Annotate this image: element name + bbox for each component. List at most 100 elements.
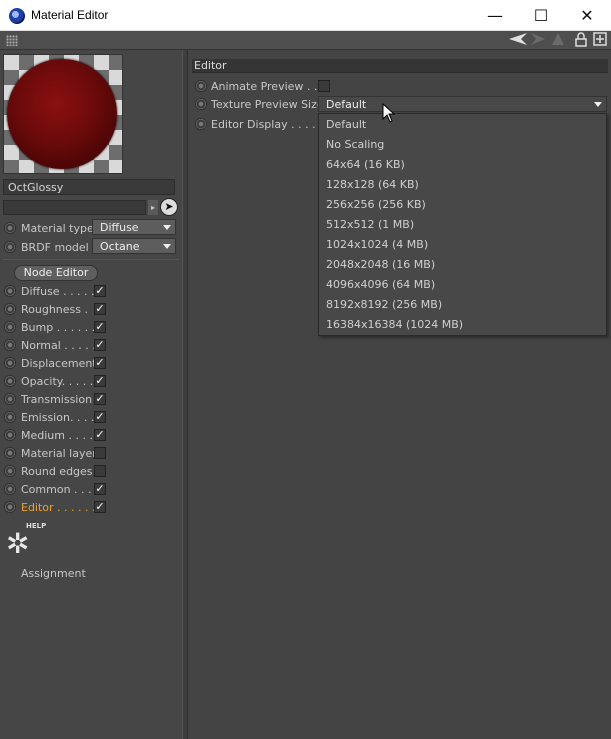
channel-checkbox[interactable]: ✓ [94, 303, 106, 315]
channel-radio[interactable] [4, 411, 16, 423]
material-name-field[interactable]: OctGlossy [3, 179, 175, 195]
lock-icon[interactable] [575, 32, 587, 49]
link-arrow-icon[interactable]: ▸ [148, 200, 158, 215]
channel-label[interactable]: Common . . . [21, 483, 92, 496]
channel-checkbox[interactable]: ✓ [94, 321, 106, 333]
dropdown-option[interactable]: 4096x4096 (64 MB) [326, 278, 435, 291]
animate-preview-checkbox[interactable] [318, 80, 330, 92]
channel-row[interactable]: Displacement ✓ [4, 355, 180, 373]
texture-preview-size-select[interactable]: Default [318, 96, 607, 112]
channel-label[interactable]: Bump . . . . . . [21, 321, 95, 334]
dropdown-option[interactable]: 8192x8192 (256 MB) [326, 298, 442, 311]
close-button[interactable]: ✕ [564, 0, 610, 31]
window-title: Material Editor [31, 8, 109, 22]
material-type-value: Diffuse [100, 221, 139, 234]
mouse-cursor-icon [382, 102, 396, 126]
channel-checkbox[interactable] [94, 465, 106, 477]
channel-checkbox[interactable]: ✓ [94, 411, 106, 423]
dropdown-option[interactable]: 2048x2048 (16 MB) [326, 258, 435, 271]
channel-label[interactable]: Roughness . [21, 303, 88, 316]
channel-row[interactable]: Normal . . . . . ✓ [4, 337, 180, 355]
channel-radio[interactable] [4, 465, 16, 477]
channel-radio[interactable] [4, 285, 16, 297]
channel-row[interactable]: Emission. . . . ✓ [4, 409, 180, 427]
material-preview-sphere [7, 59, 117, 169]
dropdown-option[interactable]: Default [326, 118, 366, 131]
channel-label[interactable]: Material layer [21, 447, 97, 460]
channel-row[interactable]: Common . . . ✓ [4, 481, 180, 499]
dropdown-option[interactable]: No Scaling [326, 138, 384, 151]
channel-row[interactable]: Medium . . . . ✓ [4, 427, 180, 445]
maximize-button[interactable]: ☐ [518, 0, 564, 31]
new-window-icon[interactable] [593, 32, 607, 49]
channel-radio[interactable] [4, 357, 16, 369]
channel-label[interactable]: Diffuse . . . . . [21, 285, 95, 298]
material-type-label: Material type [21, 222, 94, 235]
channel-checkbox[interactable]: ✓ [94, 483, 106, 495]
channel-radio[interactable] [4, 429, 16, 441]
channel-radio[interactable] [4, 303, 16, 315]
brdf-model-value: Octane [100, 240, 140, 253]
channel-label[interactable]: Round edges [21, 465, 93, 478]
channel-label[interactable]: Transmission [21, 393, 92, 406]
texture-preview-size-radio[interactable] [195, 98, 207, 110]
channel-label[interactable]: Normal . . . . . [21, 339, 96, 352]
texture-preview-size-label: Texture Preview Size [211, 98, 324, 111]
channel-label[interactable]: Emission. . . . [21, 411, 94, 424]
dropdown-option[interactable]: 128x128 (64 KB) [326, 178, 419, 191]
brdf-model-select[interactable]: Octane [92, 238, 176, 254]
node-editor-button[interactable]: Node Editor [14, 265, 98, 281]
dropdown-option[interactable]: 512x512 (1 MB) [326, 218, 414, 231]
channel-radio[interactable] [4, 483, 16, 495]
channel-label[interactable]: Editor . . . . . . [21, 501, 96, 514]
up-arrow-icon[interactable] [551, 32, 565, 49]
channel-radio[interactable] [4, 339, 16, 351]
channel-radio[interactable] [4, 501, 16, 513]
channel-checkbox[interactable]: ✓ [94, 339, 106, 351]
channel-label[interactable]: Medium . . . . [21, 429, 93, 442]
channel-checkbox[interactable]: ✓ [94, 285, 106, 297]
animate-preview-label: Animate Preview . . . [211, 80, 325, 93]
material-preview[interactable] [3, 54, 123, 174]
material-type-radio[interactable] [4, 222, 16, 234]
pick-cursor-icon[interactable]: ➤ [160, 198, 178, 216]
assignment-tab[interactable]: Assignment [21, 567, 86, 580]
grip-handle-icon[interactable] [6, 35, 18, 46]
channel-checkbox[interactable]: ✓ [94, 429, 106, 441]
help-badge: HELP [26, 522, 47, 530]
link-field[interactable] [3, 200, 146, 215]
forward-arrow-icon[interactable] [530, 32, 546, 49]
channel-radio[interactable] [4, 393, 16, 405]
channel-checkbox[interactable]: ✓ [94, 393, 106, 405]
channel-row[interactable]: Round edges [4, 463, 180, 481]
channel-row[interactable]: Diffuse . . . . . ✓ [4, 283, 180, 301]
channel-row[interactable]: Transmission ✓ [4, 391, 180, 409]
channel-radio[interactable] [4, 321, 16, 333]
minimize-button[interactable]: — [472, 0, 518, 31]
animate-preview-radio[interactable] [195, 80, 207, 92]
brdf-model-radio[interactable] [4, 241, 16, 253]
channel-checkbox[interactable]: ✓ [94, 375, 106, 387]
channel-row[interactable]: Roughness . ✓ [4, 301, 180, 319]
channel-radio[interactable] [4, 375, 16, 387]
channel-checkbox[interactable] [94, 447, 106, 459]
editor-section-header: Editor [192, 59, 608, 73]
dropdown-option[interactable]: 64x64 (16 KB) [326, 158, 405, 171]
material-type-select[interactable]: Diffuse [92, 219, 176, 235]
help-button[interactable]: ✲ HELP [6, 522, 50, 560]
channel-checkbox[interactable]: ✓ [94, 357, 106, 369]
cinema4d-app-icon [9, 8, 25, 24]
back-arrow-icon[interactable] [508, 32, 528, 49]
channel-checkbox[interactable]: ✓ [94, 501, 106, 513]
channel-radio[interactable] [4, 447, 16, 459]
channel-row[interactable]: Opacity. . . . . ✓ [4, 373, 180, 391]
editor-display-radio[interactable] [195, 118, 207, 130]
dropdown-option[interactable]: 256x256 (256 KB) [326, 198, 426, 211]
channel-row[interactable]: Bump . . . . . . ✓ [4, 319, 180, 337]
channel-row[interactable]: Material layer [4, 445, 180, 463]
channel-label[interactable]: Opacity. . . . . [21, 375, 93, 388]
dropdown-option[interactable]: 16384x16384 (1024 MB) [326, 318, 463, 331]
channel-row[interactable]: Editor . . . . . . ✓ [4, 499, 180, 517]
channel-label[interactable]: Displacement [21, 357, 97, 370]
dropdown-option[interactable]: 1024x1024 (4 MB) [326, 238, 428, 251]
